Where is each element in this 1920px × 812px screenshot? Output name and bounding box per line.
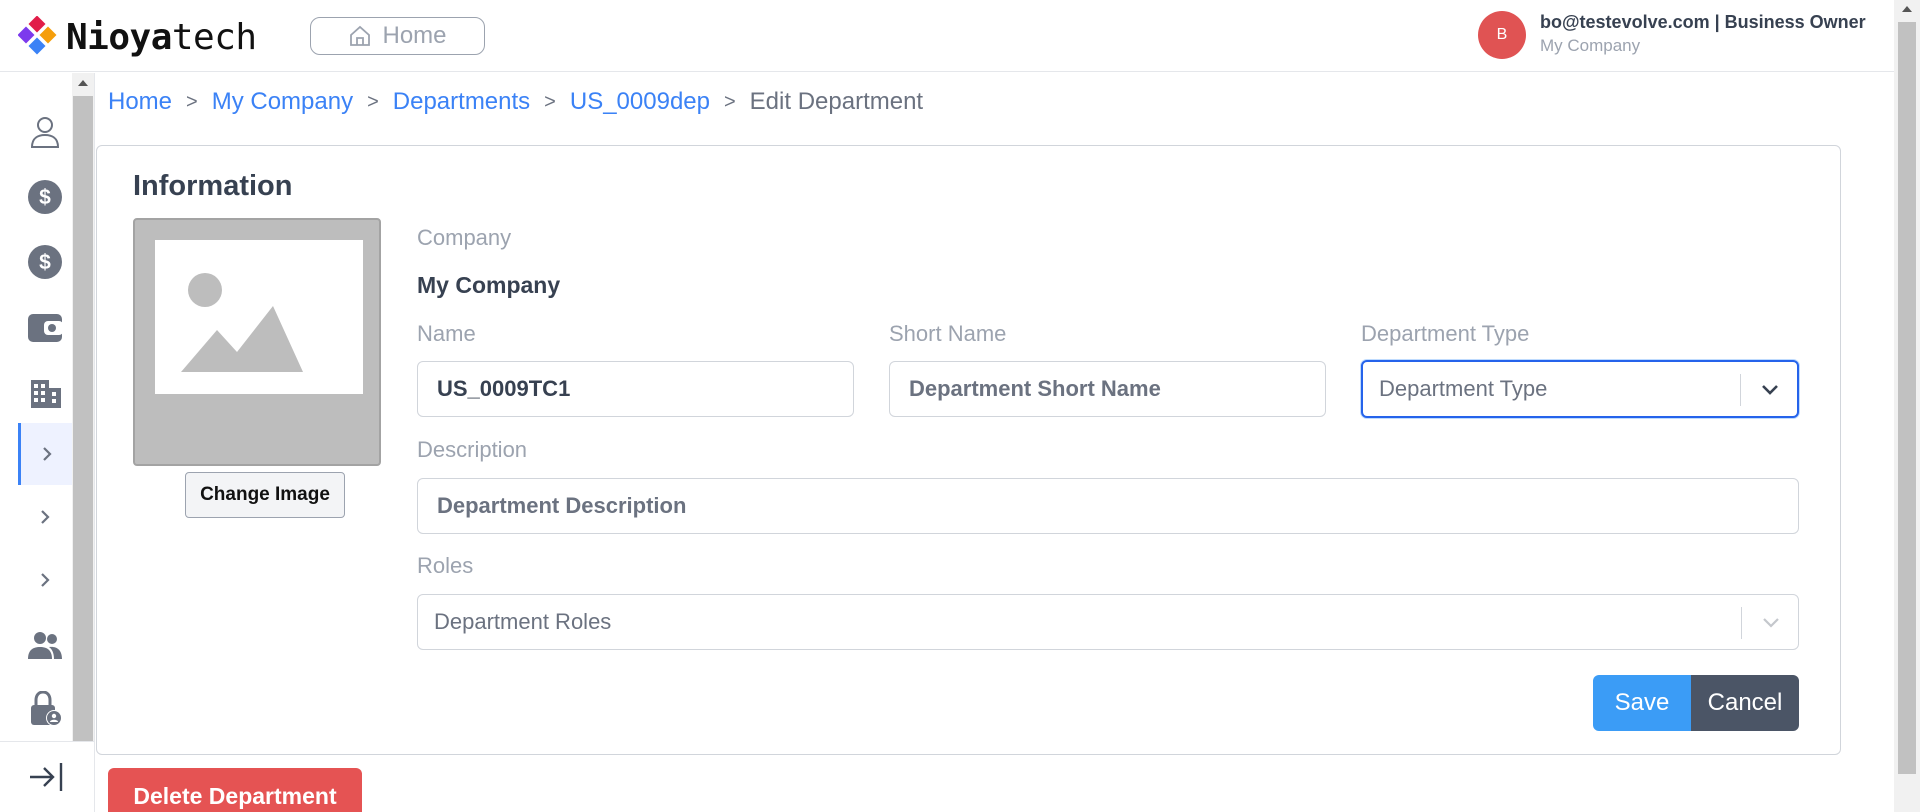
page-scrollbar[interactable]: [1894, 0, 1920, 812]
sidebar-scroll-up-icon[interactable]: [78, 80, 88, 86]
user-company: My Company: [1540, 36, 1641, 55]
avatar[interactable]: B: [1478, 11, 1526, 59]
scroll-up-arrow-icon[interactable]: [1902, 6, 1912, 12]
breadcrumb-department[interactable]: US_0009dep: [570, 88, 710, 116]
sidebar-item-wallet[interactable]: [18, 296, 72, 358]
top-bar: Nioyatech Home B bo@testevolve.com | Bus…: [0, 0, 1894, 72]
dollar-circle-icon: $: [28, 245, 62, 279]
collapse-sidebar-icon: [30, 763, 63, 791]
breadcrumb-home[interactable]: Home: [108, 88, 172, 116]
delete-department-button[interactable]: Delete Department: [108, 768, 362, 812]
sidebar-item-profile[interactable]: [18, 101, 72, 163]
description-label: Description: [417, 437, 528, 462]
roles-label: Roles: [417, 553, 474, 578]
user-email-role: bo@testevolve.com | Business Owner: [1540, 12, 1866, 32]
breadcrumb-my-company[interactable]: My Company: [212, 88, 353, 116]
roles-placeholder: Department Roles: [434, 609, 612, 634]
image-placeholder-icon: [181, 273, 303, 372]
dollar-circle-icon: $: [28, 180, 62, 214]
roles-select[interactable]: Department Roles: [417, 594, 1799, 650]
card-title: Information: [133, 170, 293, 202]
user-icon: [30, 117, 60, 148]
nioyatech-logo[interactable]: Nioyatech: [18, 16, 257, 58]
sidebar: $ $: [0, 73, 95, 812]
breadcrumb-separator: >: [544, 90, 556, 113]
save-button[interactable]: Save: [1593, 675, 1691, 731]
breadcrumb-separator: >: [186, 90, 198, 113]
department-type-label: Department Type: [1361, 321, 1530, 346]
company-label: Company: [417, 225, 512, 250]
user-menu[interactable]: B bo@testevolve.com | Business Owner My …: [1478, 11, 1866, 59]
sidebar-collapse-button[interactable]: [0, 741, 94, 812]
page-scrollbar-thumb[interactable]: [1898, 22, 1916, 774]
name-input[interactable]: US_0009TC1: [417, 361, 854, 417]
sidebar-scrollbar[interactable]: [72, 73, 94, 741]
chevron-right-icon: [41, 573, 50, 587]
logo-text-bold: Nioya: [66, 16, 172, 58]
name-label: Name: [417, 321, 476, 346]
sidebar-item-payments[interactable]: $: [18, 231, 72, 293]
sidebar-item-departments[interactable]: [18, 423, 72, 485]
home-button-label: Home: [382, 22, 447, 49]
sidebar-item-permissions[interactable]: [18, 678, 72, 740]
svg-text:$: $: [39, 251, 51, 274]
department-type-select[interactable]: Department Type: [1361, 360, 1799, 418]
sidebar-scrollbar-thumb[interactable]: [73, 96, 93, 741]
short-name-input[interactable]: Department Short Name: [889, 361, 1326, 417]
home-button[interactable]: Home: [310, 17, 485, 55]
information-card: Information Change Image Company My Comp…: [96, 145, 1841, 755]
users-icon: [28, 632, 62, 659]
sidebar-item-company[interactable]: [18, 361, 72, 423]
sidebar-item-users[interactable]: [18, 614, 72, 676]
breadcrumb-current: Edit Department: [749, 88, 924, 115]
svg-text:$: $: [39, 186, 51, 209]
department-image: [133, 218, 381, 466]
breadcrumb: Home > My Company > Departments > US_000…: [108, 88, 923, 116]
short-name-label: Short Name: [889, 321, 1007, 346]
chevron-down-icon: [1763, 618, 1779, 628]
department-type-placeholder: Department Type: [1379, 376, 1548, 401]
logo-mark-icon: [18, 16, 57, 55]
chevron-down-icon: [1762, 385, 1778, 395]
change-image-button[interactable]: Change Image: [185, 472, 345, 518]
sidebar-item-expand-1[interactable]: [18, 486, 72, 548]
cancel-button[interactable]: Cancel: [1691, 675, 1799, 731]
description-input[interactable]: Department Description: [417, 478, 1799, 534]
home-icon: [350, 25, 371, 46]
wallet-icon: [28, 314, 63, 342]
breadcrumb-separator: >: [367, 90, 379, 113]
sidebar-item-billing[interactable]: $: [18, 166, 72, 228]
breadcrumb-departments[interactable]: Departments: [393, 88, 530, 116]
chevron-right-icon: [41, 510, 50, 524]
chevron-right-icon: [42, 447, 52, 461]
user-lock-icon: [31, 691, 62, 726]
company-value: My Company: [417, 272, 561, 298]
sidebar-item-expand-2[interactable]: [18, 549, 72, 611]
logo-text-light: tech: [171, 16, 257, 58]
building-icon: [31, 380, 61, 408]
breadcrumb-separator: >: [723, 90, 736, 113]
